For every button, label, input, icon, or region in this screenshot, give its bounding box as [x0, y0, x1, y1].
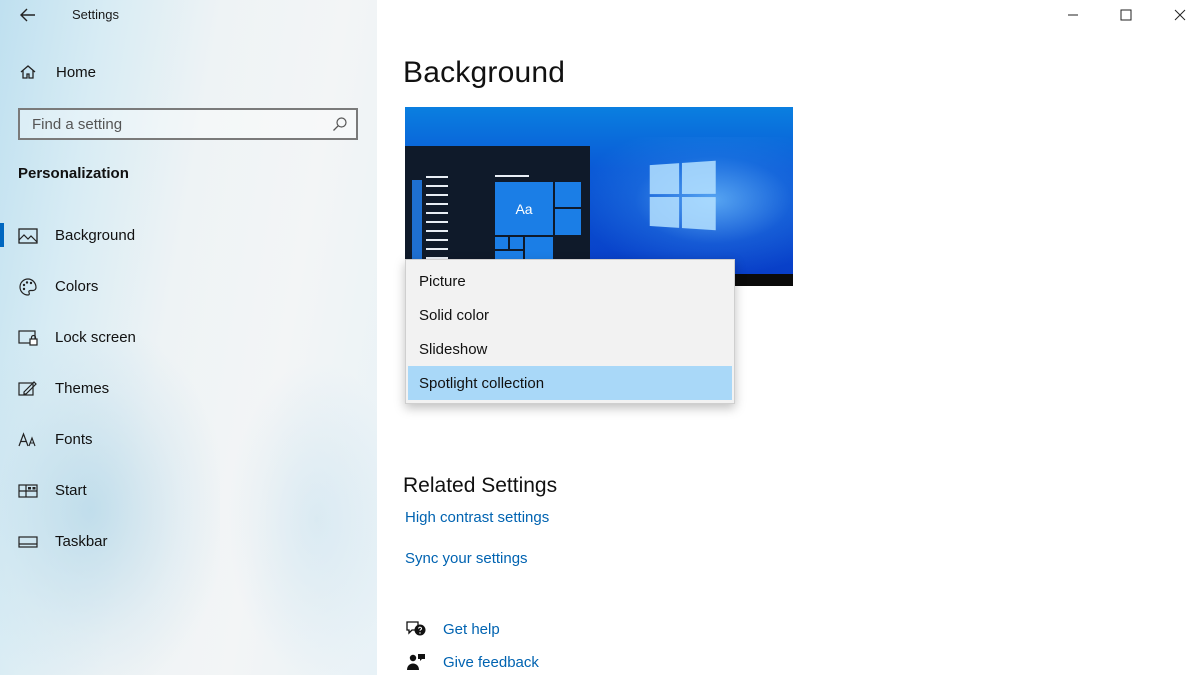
home-label: Home: [56, 63, 97, 81]
taskbar-icon: [18, 532, 38, 552]
maximize-button[interactable]: [1100, 0, 1152, 30]
home-nav-item[interactable]: Home: [18, 62, 96, 82]
back-button[interactable]: [16, 4, 40, 26]
back-arrow-icon: [20, 8, 35, 22]
dropdown-option-spotlight-collection[interactable]: Spotlight collection: [408, 366, 732, 400]
home-icon: [18, 62, 38, 82]
search-box[interactable]: [18, 108, 358, 140]
lock-screen-icon: [18, 328, 38, 348]
minimize-button[interactable]: [1047, 0, 1099, 30]
dropdown-option-slideshow[interactable]: Slideshow: [406, 332, 734, 366]
image-icon: [18, 226, 38, 246]
get-help-link[interactable]: Get help: [443, 621, 500, 638]
minimize-icon: [1068, 14, 1078, 16]
sidebar-item-label: Taskbar: [55, 533, 108, 550]
background-type-dropdown[interactable]: Picture Solid color Slideshow Spotlight …: [405, 259, 735, 404]
maximize-icon: [1120, 9, 1132, 21]
give-feedback-row[interactable]: Give feedback: [405, 652, 539, 672]
sidebar-item-label: Fonts: [55, 431, 93, 448]
sidebar-item-label: Colors: [55, 278, 99, 295]
sidebar-item-label: Start: [55, 482, 87, 499]
page-title: Background: [403, 56, 566, 89]
sidebar-item-label: Lock screen: [55, 329, 136, 346]
section-title: Personalization: [18, 165, 129, 182]
windows-logo-icon: [649, 160, 717, 232]
fonts-icon: [18, 430, 38, 450]
give-feedback-link[interactable]: Give feedback: [443, 654, 539, 671]
close-button[interactable]: [1154, 0, 1200, 30]
preview-sample-text: Aa: [494, 181, 554, 236]
sidebar-item-start[interactable]: Start: [0, 465, 377, 516]
dropdown-option-solid-color[interactable]: Solid color: [406, 298, 734, 332]
palette-icon: [18, 277, 38, 297]
give-feedback-icon: [405, 652, 427, 672]
sidebar: Settings Home Personalization Background…: [0, 0, 377, 675]
get-help-icon: [405, 619, 427, 639]
search-icon: [333, 117, 347, 131]
dropdown-option-picture[interactable]: Picture: [406, 264, 734, 298]
themes-icon: [18, 379, 38, 399]
sidebar-item-label: Themes: [55, 380, 110, 397]
start-icon: [18, 481, 38, 501]
sidebar-nav: Background Colors Lock screen Themes Fon…: [0, 210, 377, 567]
sidebar-item-lock-screen[interactable]: Lock screen: [0, 312, 377, 363]
sync-your-settings-link[interactable]: Sync your settings: [405, 550, 528, 567]
related-settings-title: Related Settings: [403, 474, 558, 497]
sidebar-item-colors[interactable]: Colors: [0, 261, 377, 312]
sidebar-item-fonts[interactable]: Fonts: [0, 414, 377, 465]
app-title: Settings: [72, 7, 119, 22]
sidebar-item-label: Background: [55, 227, 136, 244]
get-help-row[interactable]: Get help: [405, 619, 500, 639]
main-content: Background Aa Picture Solid color Slides…: [377, 0, 1200, 675]
close-icon: [1174, 9, 1186, 21]
sidebar-item-themes[interactable]: Themes: [0, 363, 377, 414]
sidebar-item-background[interactable]: Background: [0, 210, 377, 261]
search-input[interactable]: [20, 110, 356, 138]
high-contrast-settings-link[interactable]: High contrast settings: [405, 509, 549, 526]
sidebar-item-taskbar[interactable]: Taskbar: [0, 516, 377, 567]
